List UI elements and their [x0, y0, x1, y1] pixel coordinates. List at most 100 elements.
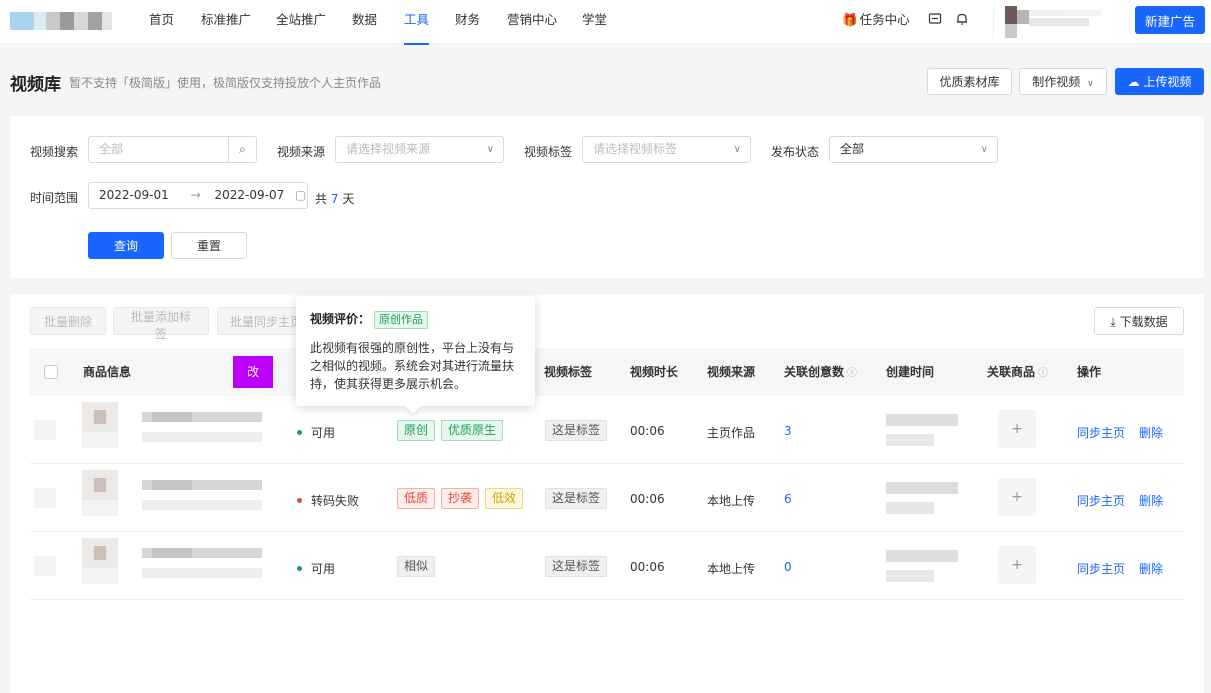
chevron-down-icon: ∨ [733, 144, 741, 155]
sync-homepage-link[interactable]: 同步主页 [1077, 424, 1125, 441]
status-label: 发布状态 [771, 145, 820, 159]
delete-link[interactable]: 删除 [1139, 424, 1163, 441]
new-ad-button[interactable]: 新建广告 [1135, 6, 1205, 34]
status-badge: 转码失败 [297, 492, 359, 509]
col-video-tag: 视频标签 [544, 365, 593, 379]
make-video-button[interactable]: 制作视频 ∨ [1019, 68, 1107, 95]
task-center-link[interactable]: 🎁 任务中心 [842, 0, 910, 40]
eval-tag[interactable]: 低质 [397, 488, 436, 509]
nav-home[interactable]: 首页 [149, 0, 174, 44]
duration: 00:06 [630, 492, 665, 506]
col-product: 商品信息 [83, 365, 132, 379]
select-all-checkbox[interactable] [44, 365, 58, 379]
time-range-label: 时间范围 [30, 191, 79, 205]
chevron-down-icon: ∨ [1087, 79, 1094, 89]
edit-badge[interactable]: 改 [233, 356, 273, 388]
download-data-button[interactable]: ⤓ 下载数据 [1094, 307, 1184, 335]
created-time [886, 502, 934, 514]
video-thumbnail[interactable] [82, 538, 118, 584]
created-time [886, 570, 934, 582]
user-account[interactable] [993, 6, 1118, 38]
page-subtitle: 暂不支持「极简版」使用，极简版仅支持投放个人主页作品 [69, 76, 382, 90]
delete-link[interactable]: 删除 [1139, 560, 1163, 577]
status-badge: 可用 [297, 424, 335, 441]
batch-delete-button[interactable]: 批量删除 [30, 307, 106, 335]
status-badge: 可用 [297, 560, 335, 577]
chevron-down-icon: ∨ [486, 144, 494, 155]
video-search-input[interactable]: 全部 ⌕ [88, 136, 257, 163]
add-product-button[interactable]: + [998, 410, 1036, 448]
creatives-count[interactable]: 6 [784, 492, 792, 506]
eval-tag[interactable]: 原创 [397, 420, 436, 441]
row-checkbox[interactable] [34, 488, 56, 508]
col-linked-product: 关联商品 ⓘ [987, 365, 1049, 379]
source: 本地上传 [707, 562, 756, 576]
chevron-down-icon: ∨ [980, 144, 988, 155]
product-subtitle [142, 568, 262, 578]
video-thumbnail[interactable] [82, 470, 118, 516]
table-row: 可用 相似 这是标签 00:06 本地上传 0 + 同步主页 删除 [30, 532, 1184, 600]
nav-marketing-center[interactable]: 营销中心 [507, 0, 557, 44]
add-product-button[interactable]: + [998, 478, 1036, 516]
nav-standard-promo[interactable]: 标准推广 [201, 0, 251, 44]
duration: 00:06 [630, 560, 665, 574]
tooltip-body: 此视频有很强的原创性，平台上没有与之相似的视频。系统会对其进行流量扶持，使其获得… [310, 341, 515, 391]
nav-data[interactable]: 数据 [352, 0, 377, 44]
col-creatives: 关联创意数 ⓘ [784, 365, 858, 379]
video-tag-select[interactable]: 请选择视频标签 ∨ [582, 136, 751, 163]
reset-button[interactable]: 重置 [171, 232, 247, 259]
start-date[interactable]: 2022-09-01 [99, 188, 169, 202]
help-icon[interactable]: ⓘ [1038, 368, 1048, 379]
quality-library-button[interactable]: 优质素材库 [927, 68, 1012, 95]
creatives-count[interactable]: 0 [784, 560, 792, 574]
product-subtitle [142, 500, 262, 510]
row-checkbox[interactable] [34, 420, 56, 440]
eval-tag[interactable]: 低效 [485, 488, 524, 509]
creatives-count[interactable]: 3 [784, 424, 792, 438]
end-date[interactable]: 2022-09-07 [214, 188, 284, 202]
eval-tag[interactable]: 抄袭 [441, 488, 480, 509]
table-header: 商品信息 改 视频标签 视频时长 视频来源 关联创意数 ⓘ 创建时间 关联商品 ⓘ … [30, 348, 1184, 396]
search-icon[interactable]: ⌕ [228, 137, 256, 162]
video-thumbnail[interactable] [82, 402, 118, 448]
delete-link[interactable]: 删除 [1139, 492, 1163, 509]
message-icon[interactable] [928, 12, 942, 26]
source: 主页作品 [707, 426, 756, 440]
col-duration: 视频时长 [630, 365, 679, 379]
created-date [886, 482, 958, 494]
bell-icon[interactable] [955, 12, 969, 26]
tag-label: 视频标签 [524, 145, 573, 159]
page-title: 视频库 [10, 75, 61, 95]
video-source-select[interactable]: 请选择视频来源 ∨ [335, 136, 504, 163]
created-date [886, 550, 958, 562]
publish-status-select[interactable]: 全部 ∨ [829, 136, 998, 163]
query-button[interactable]: 查询 [88, 232, 164, 259]
product-title [142, 480, 262, 490]
nav-academy[interactable]: 学堂 [582, 0, 607, 44]
date-range-picker[interactable]: 2022-09-01 → 2022-09-07 ▢ [88, 182, 308, 209]
product-title [142, 548, 262, 558]
sync-homepage-link[interactable]: 同步主页 [1077, 492, 1125, 509]
add-product-button[interactable]: + [998, 546, 1036, 584]
nav-site-promo[interactable]: 全站推广 [276, 0, 326, 44]
sync-homepage-link[interactable]: 同步主页 [1077, 560, 1125, 577]
col-actions: 操作 [1077, 365, 1102, 379]
row-checkbox[interactable] [34, 556, 56, 576]
top-nav: 首页 标准推广 全站推广 数据 工具 财务 营销中心 学堂 🎁 任务中心 新建广告 [0, 0, 1211, 45]
help-icon[interactable]: ⓘ [847, 368, 857, 379]
filter-panel: 视频搜索 全部 ⌕ 视频来源 请选择视频来源 ∨ 视频标签 请选择视频标签 ∨ … [10, 116, 1204, 278]
batch-add-tag-button[interactable]: 批量添加标签 [113, 307, 209, 341]
created-date [886, 414, 958, 426]
video-tag: 这是标签 [545, 488, 608, 509]
nav-tools[interactable]: 工具 [404, 0, 430, 45]
table-panel: 批量删除 批量添加标签 批量同步主页 ⤓ 下载数据 商品信息 改 视频标签 视频… [10, 294, 1204, 693]
col-source: 视频来源 [707, 365, 756, 379]
col-created-time: 创建时间 [886, 365, 935, 379]
eval-tag[interactable]: 优质原生 [441, 420, 504, 441]
logo[interactable] [10, 12, 130, 30]
nav-finance[interactable]: 财务 [455, 0, 480, 44]
created-time [886, 434, 934, 446]
eval-tag[interactable]: 相似 [397, 556, 436, 577]
gift-icon: 🎁 [842, 12, 858, 27]
upload-video-button[interactable]: ☁ 上传视频 [1115, 68, 1204, 95]
